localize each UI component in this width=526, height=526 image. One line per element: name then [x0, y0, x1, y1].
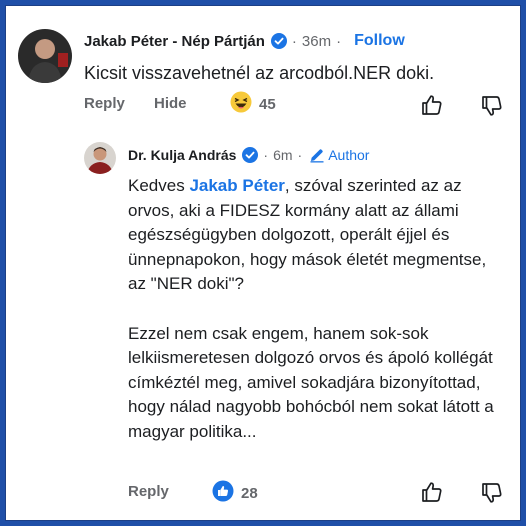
reply-text: Kedves Jakab Péter, szóval szerinted az … [128, 174, 504, 445]
author-badge: Author [309, 147, 369, 163]
reply-paragraph-2: Ezzel nem csak engem, hanem sok-sok lelk… [128, 323, 494, 441]
like-icon [212, 480, 234, 506]
reaction-summary[interactable]: 28 [212, 480, 258, 506]
comment-time[interactable]: 36m [302, 33, 331, 50]
reply-button[interactable]: Reply [84, 95, 125, 112]
separator-dot: · [263, 147, 269, 163]
thumbs-up-icon [422, 95, 442, 115]
reply-time[interactable]: 6m [273, 147, 292, 163]
downvote-button[interactable] [480, 94, 504, 118]
greeting: Kedves [128, 176, 190, 195]
verified-badge-icon [270, 33, 287, 49]
separator-dot: · [297, 147, 303, 163]
follow-button[interactable]: Follow [354, 32, 405, 50]
thumbs-down-icon [482, 96, 502, 116]
separator-dot: · [336, 32, 342, 50]
separator-dot: · [291, 32, 297, 50]
reply-button[interactable]: Reply [128, 483, 169, 500]
thumbs-down-icon [482, 483, 502, 503]
comment-author-name[interactable]: Jakab Péter - Nép Pártján [84, 33, 265, 50]
comment-card: Jakab Péter - Nép Pártján · 36m · Follow… [5, 5, 521, 521]
reply-header: Dr. Kulja András · 6m · Author [128, 144, 369, 166]
verified-badge-icon [242, 147, 259, 163]
pencil-icon [310, 149, 324, 163]
hide-button[interactable]: Hide [154, 95, 187, 112]
reply-paragraph-1: Kedves Jakab Péter, szóval szerinted az … [128, 174, 504, 297]
comment-text: Kicsit visszavehetnél az arcodból.NER do… [84, 63, 435, 83]
author-badge-label: Author [328, 147, 370, 163]
avatar[interactable] [84, 142, 116, 174]
comment-header: Jakab Péter - Nép Pártján · 36m · Follow [84, 30, 405, 52]
downvote-button[interactable] [480, 481, 504, 505]
reaction-count: 28 [241, 484, 258, 502]
reaction-count: 45 [259, 95, 276, 113]
thumbs-up-icon [422, 482, 442, 502]
haha-icon [230, 91, 252, 117]
reaction-summary[interactable]: 45 [230, 91, 276, 117]
avatar[interactable] [18, 29, 72, 83]
upvote-button[interactable] [420, 93, 444, 117]
upvote-button[interactable] [420, 480, 444, 504]
reply-author-name[interactable]: Dr. Kulja András [128, 147, 236, 163]
mention-link[interactable]: Jakab Péter [189, 176, 284, 195]
